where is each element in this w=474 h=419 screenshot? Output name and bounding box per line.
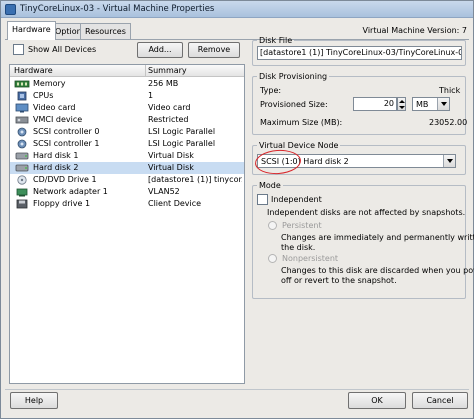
disk-file-legend: Disk File xyxy=(259,36,293,45)
tab-hardware[interactable]: Hardware xyxy=(7,21,56,40)
hardware-name: Memory xyxy=(33,79,66,88)
provisioned-size-stepper[interactable] xyxy=(397,97,406,111)
independent-checkbox[interactable] xyxy=(257,194,268,205)
persistent-description-line1: Changes are immediately and permanently … xyxy=(281,233,474,242)
table-row[interactable]: VMCI device Restricted xyxy=(10,114,244,126)
persistent-description-line2: the disk. xyxy=(281,243,316,252)
hard-disk-icon xyxy=(15,152,29,160)
hardware-summary: Video card xyxy=(148,103,191,112)
video-card-icon xyxy=(15,103,29,113)
disk-file-path-field[interactable]: [datastore1 (1)] TinyCoreLinux-03/TinyCo… xyxy=(257,46,462,60)
hardware-name: SCSI controller 1 xyxy=(33,139,100,148)
size-unit-value: MB xyxy=(416,100,429,109)
hardware-name: VMCI device xyxy=(33,115,83,124)
floppy-icon xyxy=(16,199,28,209)
tab-resources[interactable]: Resources xyxy=(80,23,131,39)
hardware-summary: LSI Logic Parallel xyxy=(148,127,216,136)
add-button[interactable]: Add... xyxy=(137,42,183,58)
hard-disk-icon xyxy=(15,164,29,172)
nonpersistent-description-line2: off or revert to the snapshot. xyxy=(281,276,397,285)
nonpersistent-label: Nonpersistent xyxy=(282,254,339,263)
hardware-summary: 1 xyxy=(148,91,154,100)
remove-button[interactable]: Remove xyxy=(188,42,240,58)
cd-dvd-icon xyxy=(17,175,27,185)
show-all-devices-label: Show All Devices xyxy=(28,45,97,54)
table-row[interactable]: Memory 256 MB xyxy=(10,78,244,90)
scsi-controller-icon xyxy=(17,139,27,149)
hardware-name: CPUs xyxy=(33,91,54,100)
footer-divider xyxy=(5,389,469,390)
table-row[interactable]: Floppy drive 1 Client Device xyxy=(10,198,244,210)
hardware-name: Network adapter 1 xyxy=(33,187,108,196)
vmci-device-icon xyxy=(15,116,29,124)
network-adapter-icon xyxy=(16,188,28,197)
table-row[interactable]: Network adapter 1 VLAN52 xyxy=(10,186,244,198)
scsi-controller-icon xyxy=(17,127,27,137)
hardware-name: Hard disk 1 xyxy=(33,151,79,160)
column-separator xyxy=(145,65,146,77)
column-hardware[interactable]: Hardware xyxy=(14,66,53,75)
independent-label: Independent xyxy=(271,195,322,204)
persistent-radio[interactable] xyxy=(268,221,277,230)
hardware-summary: Virtual Disk xyxy=(148,163,194,172)
help-button[interactable]: Help xyxy=(10,392,58,409)
hardware-name: Hard disk 2 xyxy=(33,163,79,172)
provisioned-size-input[interactable]: 20 xyxy=(353,97,397,111)
maximum-size-label: Maximum Size (MB): xyxy=(260,118,343,127)
persistent-label: Persistent xyxy=(282,221,322,230)
hardware-summary: VLAN52 xyxy=(148,187,180,196)
type-value: Thick xyxy=(439,86,461,95)
hardware-name: SCSI controller 0 xyxy=(33,127,100,136)
vm-version-label: Virtual Machine Version: 7 xyxy=(362,26,467,35)
stepper-up-icon[interactable] xyxy=(399,100,405,103)
vm-app-icon xyxy=(5,4,16,15)
hardware-table: Hardware Summary Memory 256 MB CPUs 1 Vi… xyxy=(9,64,245,384)
hardware-name: Video card xyxy=(33,103,76,112)
provisioned-size-label: Provisioned Size: xyxy=(260,100,328,109)
hardware-summary: 256 MB xyxy=(148,79,179,88)
type-label: Type: xyxy=(260,86,282,95)
table-row[interactable]: CPUs 1 xyxy=(10,90,244,102)
table-row[interactable]: Hard disk 1 Virtual Disk xyxy=(10,150,244,162)
memory-icon xyxy=(14,80,30,88)
disk-provisioning-legend: Disk Provisioning xyxy=(259,72,328,81)
table-row[interactable]: Video card Video card xyxy=(10,102,244,114)
hardware-name: Floppy drive 1 xyxy=(33,199,91,208)
size-unit-select[interactable]: MB xyxy=(412,97,450,111)
hardware-summary: LSI Logic Parallel xyxy=(148,139,216,148)
table-row[interactable]: SCSI controller 1 LSI Logic Parallel xyxy=(10,138,244,150)
window-title: TinyCoreLinux-03 - Virtual Machine Prope… xyxy=(20,4,215,14)
chevron-down-icon[interactable] xyxy=(443,155,455,167)
chevron-down-icon[interactable] xyxy=(437,98,449,110)
vm-properties-window: TinyCoreLinux-03 - Virtual Machine Prope… xyxy=(0,0,474,419)
independent-description: Independent disks are not affected by sn… xyxy=(267,208,466,217)
table-row-selected[interactable]: Hard disk 2 Virtual Disk xyxy=(10,162,244,174)
hardware-summary: Client Device xyxy=(148,199,202,208)
maximum-size-value: 23052.00 xyxy=(429,118,468,127)
stepper-down-icon[interactable] xyxy=(399,106,405,109)
hardware-name: CD/DVD Drive 1 xyxy=(33,175,97,184)
title-bar[interactable]: TinyCoreLinux-03 - Virtual Machine Prope… xyxy=(1,1,473,18)
virtual-device-node-legend: Virtual Device Node xyxy=(259,141,339,150)
show-all-devices-checkbox[interactable] xyxy=(13,44,24,55)
hardware-summary: [datastore1 (1)] tinycor... xyxy=(148,175,242,184)
cancel-button[interactable]: Cancel xyxy=(412,392,468,409)
ok-button[interactable]: OK xyxy=(348,392,406,409)
mode-legend: Mode xyxy=(259,181,281,190)
nonpersistent-description-line1: Changes to this disk are discarded when … xyxy=(281,266,474,275)
table-row[interactable]: SCSI controller 0 LSI Logic Parallel xyxy=(10,126,244,138)
hardware-summary: Virtual Disk xyxy=(148,151,194,160)
table-header: Hardware Summary xyxy=(10,65,244,77)
cpu-icon xyxy=(17,91,27,101)
column-summary[interactable]: Summary xyxy=(148,66,187,75)
nonpersistent-radio[interactable] xyxy=(268,254,277,263)
table-row[interactable]: CD/DVD Drive 1 [datastore1 (1)] tinycor.… xyxy=(10,174,244,186)
hardware-summary: Restricted xyxy=(148,115,189,124)
